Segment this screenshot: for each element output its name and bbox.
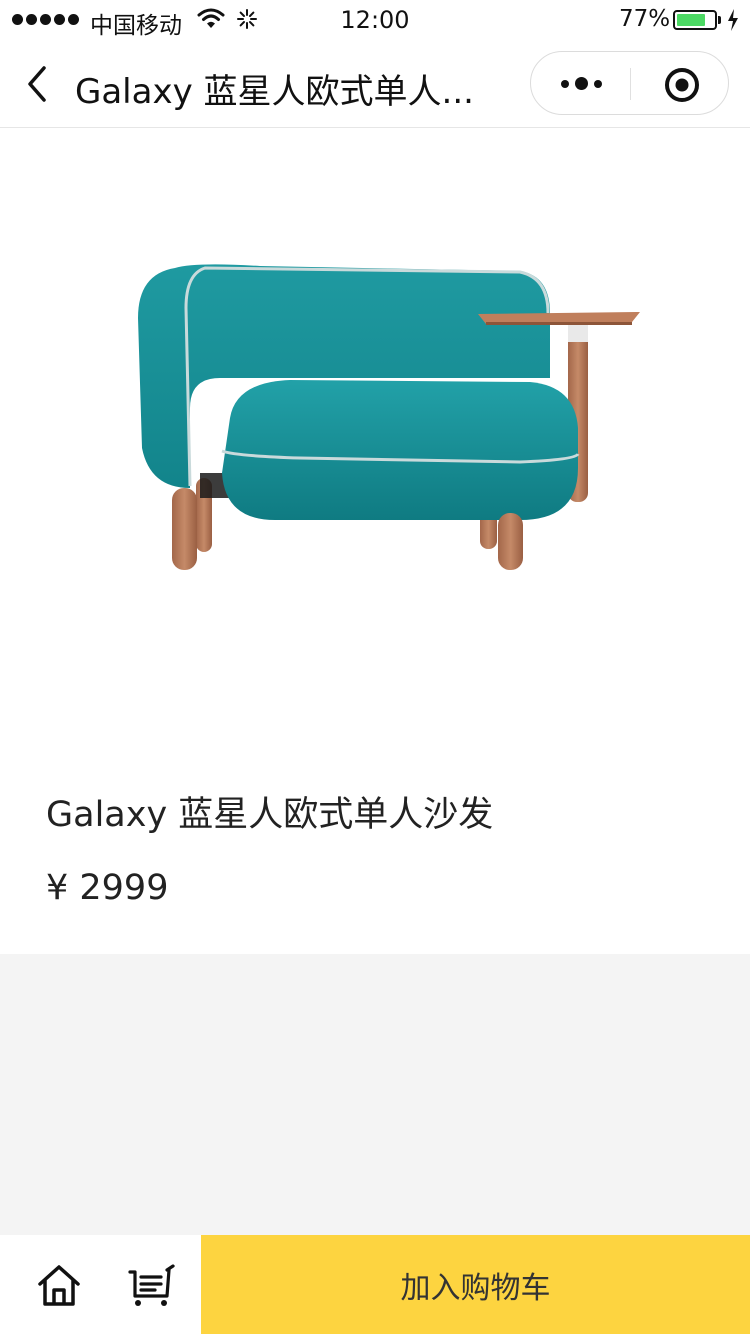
product-title: Galaxy 蓝星人欧式单人沙发 (46, 795, 494, 835)
capsule-divider (630, 68, 631, 100)
sofa-image (138, 264, 640, 570)
product-price: ¥ 2999 (46, 868, 169, 908)
bottom-action-bar: 加入购物车 (0, 1235, 750, 1334)
navigation-bar: Galaxy 蓝星人欧式单人... (0, 40, 750, 128)
page-title: Galaxy 蓝星人欧式单人... (75, 72, 474, 112)
content-background (0, 954, 750, 1235)
cart-icon[interactable] (127, 1262, 177, 1308)
charging-bolt-icon (728, 9, 738, 31)
menu-capsule (530, 51, 729, 115)
home-icon[interactable] (36, 1262, 82, 1308)
more-dots-icon[interactable] (561, 77, 602, 90)
target-close-icon[interactable] (664, 67, 700, 103)
chevron-left-icon[interactable] (22, 62, 52, 106)
battery-tip (718, 16, 721, 24)
battery-level-fill (677, 14, 705, 26)
battery-percent: 77% (619, 6, 671, 32)
add-to-cart-button[interactable]: 加入购物车 (201, 1235, 750, 1334)
status-bar: 中国移动 12:00 77% (0, 0, 750, 40)
battery-icon (673, 10, 717, 30)
product-image (0, 128, 750, 748)
